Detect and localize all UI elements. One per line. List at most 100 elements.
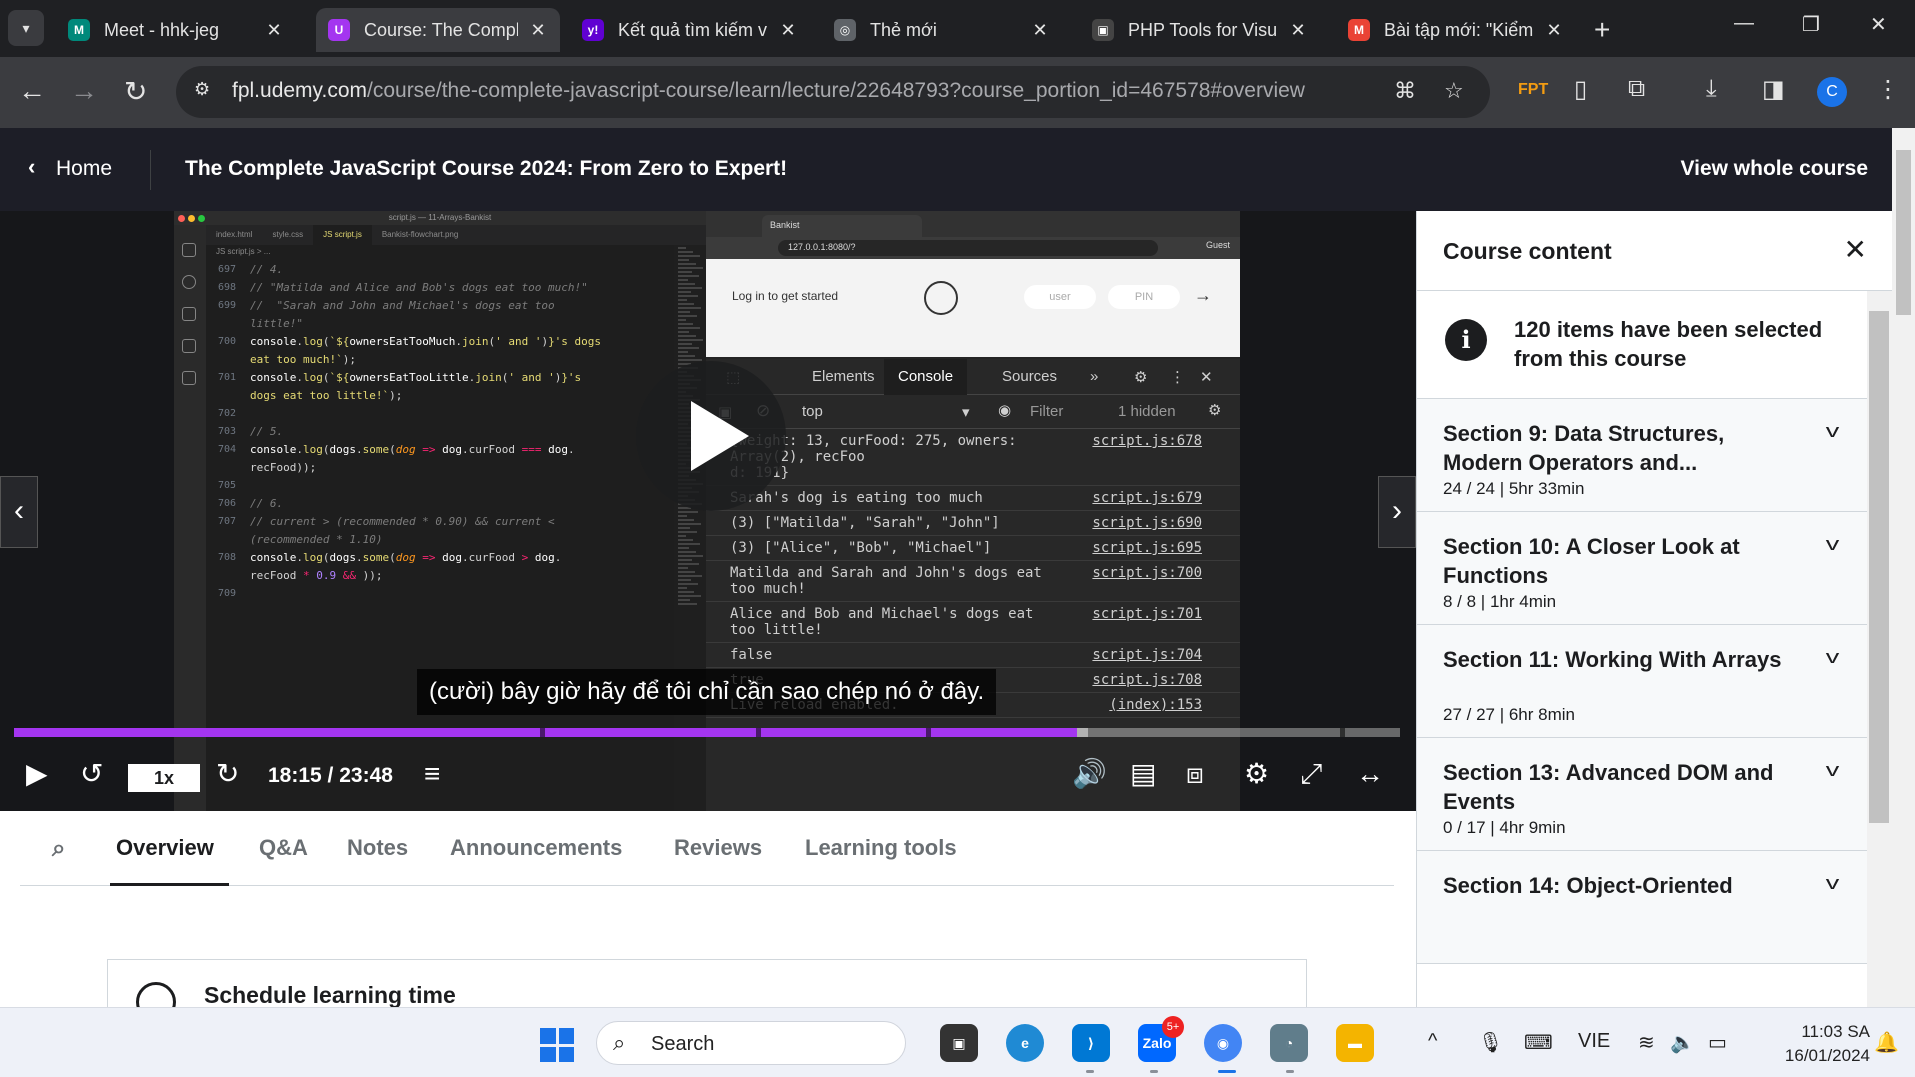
battery-icon[interactable]: ▭ xyxy=(1708,1030,1727,1055)
next-lecture-button[interactable]: › xyxy=(1378,476,1416,548)
minimap-line xyxy=(678,543,700,545)
downloads-icon[interactable]: ⤓ xyxy=(1706,75,1717,103)
chevron-down-icon[interactable]: v xyxy=(1826,760,1840,781)
play-overlay-button[interactable] xyxy=(636,361,786,511)
extension-fpt-icon[interactable]: FPT xyxy=(1518,81,1548,99)
search-icon[interactable]: ⌕ xyxy=(52,835,65,863)
captions-icon[interactable]: ⧈ xyxy=(1186,758,1204,790)
tab-notes[interactable]: Notes xyxy=(347,835,408,861)
view-whole-course-link[interactable]: View whole course xyxy=(1680,157,1868,181)
console-source-link: script.js:679 xyxy=(1092,490,1202,506)
extensions-puzzle-icon[interactable]: ⧉ xyxy=(1628,75,1645,103)
browser-tab[interactable]: M Bài tập mới: "Kiểm ✕ xyxy=(1336,8,1576,52)
tab-close-icon[interactable]: ✕ xyxy=(778,20,798,41)
profile-avatar[interactable]: C xyxy=(1817,77,1847,107)
keyboard-icon[interactable]: ⌨ xyxy=(1524,1030,1553,1055)
notification-bell-icon[interactable]: 🔔 xyxy=(1874,1030,1899,1055)
editor-tab: Bankist-flowchart.png xyxy=(381,230,459,239)
add-note-icon[interactable]: ≡ xyxy=(424,758,440,790)
chevron-down-icon[interactable]: v xyxy=(1826,534,1840,555)
file-explorer-icon[interactable]: ▬ xyxy=(1336,1024,1374,1062)
minimap-line xyxy=(678,519,694,521)
back-button[interactable]: ← xyxy=(18,75,46,107)
tab-close-icon[interactable]: ✕ xyxy=(264,20,284,41)
restore-window-button[interactable]: ❐ xyxy=(1802,12,1820,37)
tab-title: Kết quả tìm kiếm v xyxy=(618,19,768,40)
playback-speed-button[interactable]: 1x xyxy=(128,764,200,792)
chevron-up-icon[interactable]: ^ xyxy=(1428,1030,1437,1053)
minimap-line xyxy=(678,303,694,305)
course-title[interactable]: The Complete JavaScript Course 2024: Fro… xyxy=(185,157,787,181)
chevron-down-icon[interactable]: v xyxy=(1826,647,1840,668)
tab-favicon-icon: y! xyxy=(582,19,604,41)
page-scroll-thumb[interactable] xyxy=(1896,150,1911,315)
course-section[interactable]: Section 14: Object-Oriented v xyxy=(1417,851,1867,964)
windows-start-button[interactable] xyxy=(540,1028,574,1062)
reload-button[interactable]: ↻ xyxy=(124,75,147,108)
close-sidebar-icon[interactable]: ✕ xyxy=(1844,233,1867,266)
tab-reviews[interactable]: Reviews xyxy=(674,835,762,861)
vscode-icon[interactable]: ⟩ xyxy=(1072,1024,1110,1062)
browser-tab[interactable]: M Meet - hhk-jeg ✕ xyxy=(56,8,296,52)
minimap-line xyxy=(678,351,688,353)
tab-close-icon[interactable]: ✕ xyxy=(1288,20,1308,41)
edge-icon[interactable]: e xyxy=(1006,1024,1044,1062)
progress-bar[interactable] xyxy=(14,728,1400,737)
bookmark-star-icon[interactable]: ☆ xyxy=(1444,78,1464,104)
course-section[interactable]: Section 11: Working With Arrays 27 / 27 |… xyxy=(1417,625,1867,738)
play-button[interactable]: ▶ xyxy=(26,758,48,790)
chevron-left-icon[interactable]: ‹ xyxy=(28,154,35,180)
browser-tab[interactable]: y! Kết quả tìm kiếm v ✕ xyxy=(570,8,810,52)
home-link[interactable]: Home xyxy=(56,157,112,181)
site-info-icon[interactable]: ⚙ xyxy=(194,79,220,105)
tab-learning-tools[interactable]: Learning tools xyxy=(805,835,957,861)
sidebar-scroll-thumb[interactable] xyxy=(1869,311,1889,823)
close-window-button[interactable]: ✕ xyxy=(1870,12,1887,37)
forward-button[interactable]: → xyxy=(70,75,98,107)
minimap-line xyxy=(678,555,703,557)
transcript-icon[interactable]: ▤ xyxy=(1130,758,1156,790)
menu-kebab-icon[interactable]: ⋮ xyxy=(1876,75,1900,104)
new-tab-button[interactable]: + xyxy=(1594,14,1610,46)
volume-icon[interactable]: 🔊 xyxy=(1072,758,1107,790)
fullscreen-icon[interactable]: ⤢ xyxy=(1300,758,1322,790)
course-section[interactable]: Section 9: Data Structures, Modern Opera… xyxy=(1417,399,1867,512)
expand-width-icon[interactable]: ↔ xyxy=(1356,758,1384,790)
tab-announcements[interactable]: Announcements xyxy=(450,835,622,861)
tab-overview[interactable]: Overview xyxy=(116,835,214,861)
browser-tab[interactable]: ◎ Thẻ mới ✕ xyxy=(822,8,1062,52)
previous-lecture-button[interactable]: ‹ xyxy=(0,476,38,548)
taskbar-search[interactable]: ⌕ Search xyxy=(596,1021,906,1065)
settings-gear-icon[interactable]: ⚙ xyxy=(1244,758,1269,790)
course-section[interactable]: Section 10: A Closer Look at Functions 8 … xyxy=(1417,512,1867,625)
tab-close-icon[interactable]: ✕ xyxy=(1030,20,1050,41)
tab-search-button[interactable]: ▾ xyxy=(8,10,44,46)
rewind-5s-icon[interactable]: ↺ xyxy=(80,758,103,790)
chevron-down-icon[interactable]: v xyxy=(1826,873,1840,894)
minimize-window-button[interactable]: — xyxy=(1734,12,1754,35)
course-section[interactable]: Section 13: Advanced DOM and Events 0 / 1… xyxy=(1417,738,1867,851)
browser-tab[interactable]: U Course: The Compl ✕ xyxy=(316,8,560,52)
video-player[interactable]: script.js — 11-Arrays-Bankist index.html… xyxy=(0,211,1416,811)
wifi-icon[interactable]: ≋ xyxy=(1638,1030,1655,1055)
chrome-icon[interactable]: ◉ xyxy=(1204,1024,1242,1062)
clock-date[interactable]: 16/01/2024 xyxy=(1760,1046,1870,1066)
tab-qa[interactable]: Q&A xyxy=(259,835,308,861)
language-indicator[interactable]: VIE xyxy=(1578,1030,1610,1053)
chevron-down-icon[interactable]: v xyxy=(1826,421,1840,442)
translate-icon[interactable]: ⌘ xyxy=(1394,78,1416,104)
forward-5s-icon[interactable]: ↻ xyxy=(216,758,239,790)
microphone-icon[interactable]: 🎙 xyxy=(1478,1030,1503,1055)
extension-device-icon[interactable]: ▯ xyxy=(1574,75,1587,104)
address-bar[interactable]: ⚙ fpl.udemy.com/course/the-complete-java… xyxy=(176,66,1490,118)
task-view-icon[interactable]: ▣ xyxy=(940,1024,978,1062)
volume-icon[interactable]: 🔈 xyxy=(1670,1030,1695,1055)
clock-time[interactable]: 11:03 SA xyxy=(1760,1022,1870,1042)
section-title: Section 11: Working With Arrays xyxy=(1443,647,1782,672)
url-text[interactable]: fpl.udemy.com/course/the-complete-javasc… xyxy=(232,79,1305,103)
tab-close-icon[interactable]: ✕ xyxy=(528,20,548,41)
side-panel-icon[interactable]: ◨ xyxy=(1762,75,1785,104)
app-icon[interactable]: ◔ xyxy=(1270,1024,1308,1062)
tab-close-icon[interactable]: ✕ xyxy=(1544,20,1564,41)
browser-tab[interactable]: ▣ PHP Tools for Visu ✕ xyxy=(1080,8,1320,52)
